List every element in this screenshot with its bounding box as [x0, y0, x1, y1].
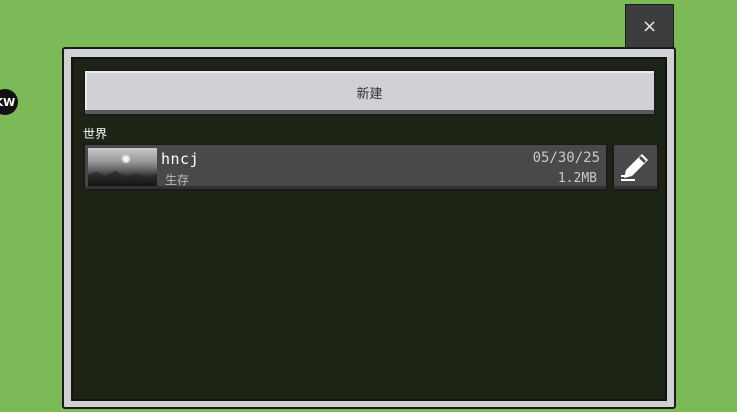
edit-world-button[interactable]	[612, 143, 659, 191]
create-new-label: 新建	[356, 87, 383, 102]
world-last-played-date: 05/30/25	[532, 150, 600, 166]
avatar-initials: KW	[0, 95, 16, 109]
sun-graphic	[121, 154, 131, 164]
close-icon: ×	[641, 16, 658, 37]
world-game-mode: 生存	[165, 173, 190, 187]
worlds-section-title: 世界	[83, 127, 108, 141]
world-name: hncj	[161, 150, 200, 168]
world-list-item[interactable]: hncj 生存 05/30/25 1.2MB	[83, 143, 608, 191]
avatar[interactable]: KW	[0, 89, 18, 115]
worlds-dialog: 新建 世界 hncj 生存 05/30/25 1.2MB	[62, 47, 676, 409]
worlds-list-container: 新建 世界 hncj 生存 05/30/25 1.2MB	[71, 57, 667, 401]
world-file-size: 1.2MB	[557, 171, 597, 186]
close-button[interactable]: ×	[625, 4, 674, 48]
landscape-graphic	[88, 170, 157, 186]
create-new-button[interactable]: 新建	[83, 69, 656, 116]
world-thumbnail	[88, 148, 157, 186]
pencil-icon	[620, 154, 648, 181]
